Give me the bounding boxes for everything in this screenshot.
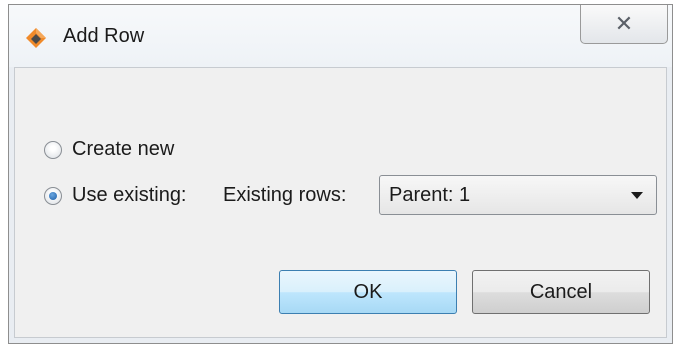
use-existing-option[interactable]: Use existing: bbox=[44, 184, 187, 207]
create-new-option[interactable]: Create new bbox=[44, 138, 174, 161]
add-row-dialog: Add Row ✕ Create new Use existing: Exist… bbox=[8, 4, 673, 344]
create-new-radio[interactable] bbox=[44, 140, 62, 159]
ok-button[interactable]: OK bbox=[279, 270, 457, 314]
title-bar[interactable]: Add Row ✕ bbox=[9, 5, 672, 67]
dropdown-arrow-icon[interactable] bbox=[631, 192, 643, 199]
use-existing-label: Use existing: bbox=[72, 184, 187, 206]
use-existing-radio[interactable] bbox=[44, 186, 62, 205]
create-new-label: Create new bbox=[72, 138, 175, 160]
close-icon: ✕ bbox=[614, 11, 634, 36]
cancel-button[interactable]: Cancel bbox=[472, 270, 650, 314]
close-button[interactable]: ✕ bbox=[580, 5, 668, 44]
dialog-body: Create new Use existing: Existing rows: … bbox=[14, 67, 667, 338]
existing-rows-label: Existing rows: bbox=[223, 184, 347, 206]
existing-rows-value: Parent: 1 bbox=[389, 183, 471, 206]
app-diamond-icon bbox=[26, 28, 46, 48]
dialog-title: Add Row bbox=[63, 25, 145, 47]
existing-rows-select[interactable]: Parent: 1 bbox=[379, 175, 657, 215]
